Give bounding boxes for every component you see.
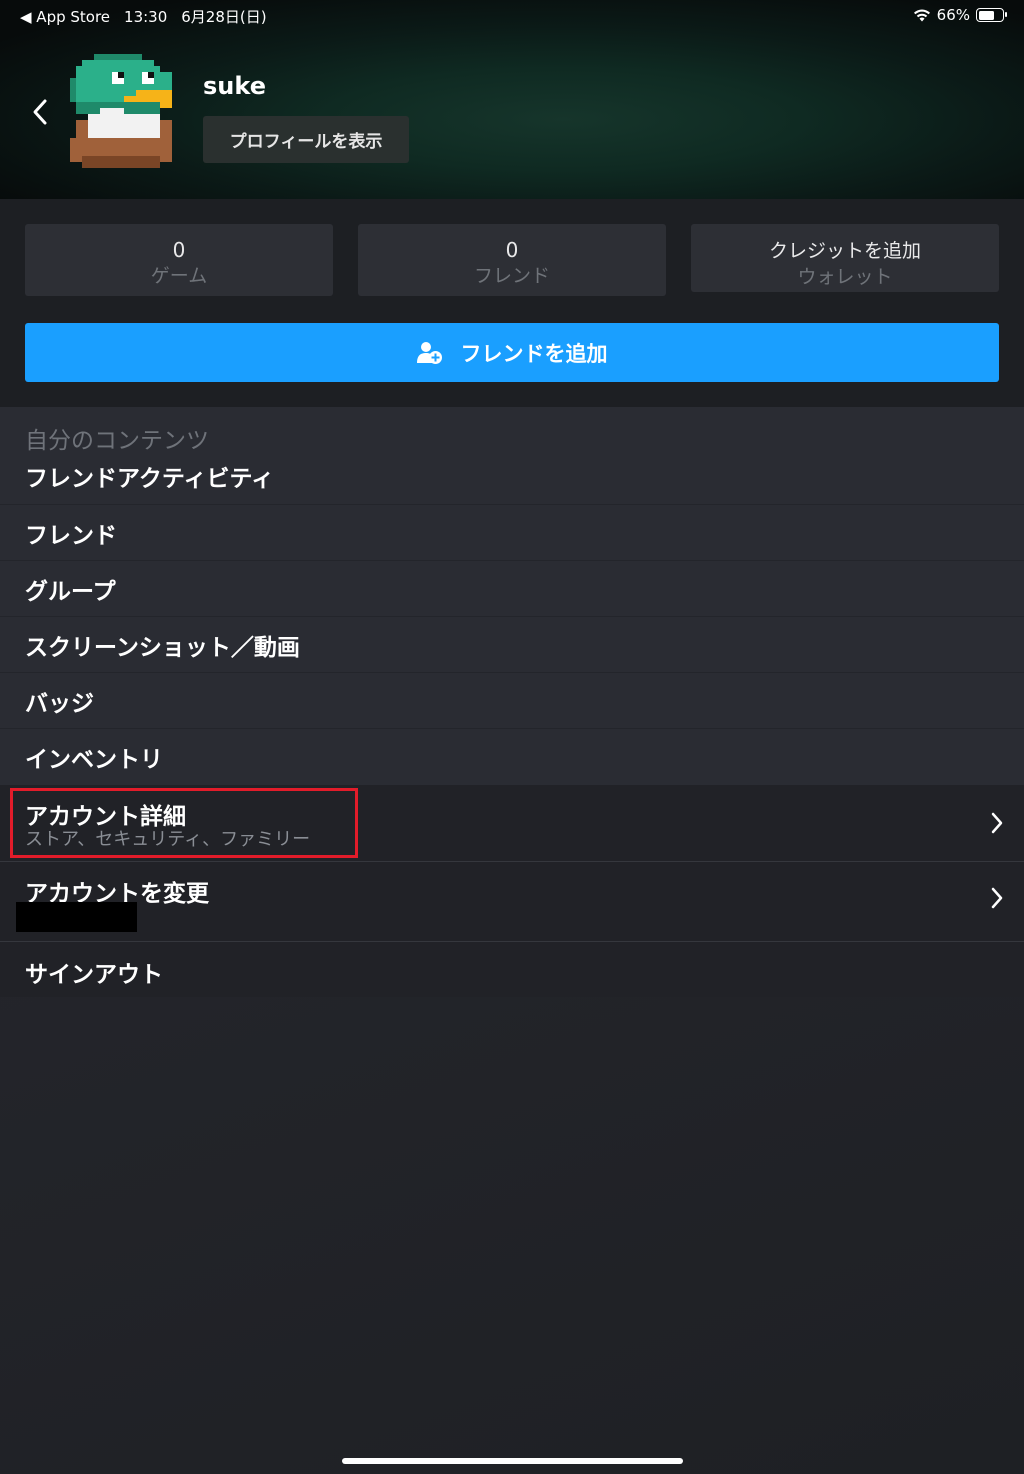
battery-icon [976,8,1007,22]
sign-out-label: サインアウト [25,962,163,988]
my-content-section: 自分のコンテンツ フレンドアクティビティ フレンド グループ スクリーンショット… [0,407,1024,785]
friends-label: フレンド [473,265,550,287]
home-indicator[interactable] [342,1458,683,1464]
menu-item-inventory[interactable]: インベントリ [0,728,1024,784]
games-stat[interactable]: 0 ゲーム [25,224,333,296]
profile-header: ◀ App Store 13:30 6月28日(日) 66% suke プロフィ… [0,0,1024,199]
sign-out-row[interactable]: サインアウト [0,941,1024,997]
username: suke [203,72,266,100]
change-account-row[interactable]: アカウントを変更 [0,861,1024,941]
wallet-stat[interactable]: クレジットを追加 ウォレット [691,224,999,292]
back-button[interactable] [22,90,58,134]
menu-item-friends[interactable]: フレンド [0,504,1024,560]
status-time: 13:30 [124,7,168,26]
menu-item-badges[interactable]: バッジ [0,672,1024,728]
games-count: 0 [172,238,186,262]
stats-area: 0 ゲーム 0 フレンド クレジットを追加 ウォレット フレンドを追加 [0,199,1024,407]
chevron-right-icon [991,887,1003,909]
redacted-account-name [16,902,137,932]
account-details-highlight [10,788,358,858]
status-bar: ◀ App Store 13:30 6月28日(日) 66% [0,0,1024,30]
menu-item-friend-activity[interactable]: フレンドアクティビティ [0,448,1024,504]
add-credit-label: クレジットを追加 [768,240,921,262]
duck-avatar-icon [70,54,172,168]
add-friend-icon [416,341,442,364]
chevron-right-icon [991,812,1003,834]
avatar[interactable] [64,54,178,168]
add-friend-label: フレンドを追加 [460,341,608,366]
back-to-app-link[interactable]: ◀ App Store [20,8,110,26]
chevron-left-icon [33,99,47,125]
add-friend-button[interactable]: フレンドを追加 [25,323,999,382]
wallet-label: ウォレット [797,266,893,288]
menu-item-groups[interactable]: グループ [0,560,1024,616]
menu-item-screenshots-videos[interactable]: スクリーンショット／動画 [0,616,1024,672]
status-date: 6月28日(日) [181,8,267,26]
battery-percent: 66% [936,6,970,24]
friends-stat[interactable]: 0 フレンド [358,224,666,296]
wifi-icon [913,9,930,22]
view-profile-button[interactable]: プロフィールを表示 [203,116,409,163]
friends-count: 0 [505,238,519,262]
games-label: ゲーム [150,265,208,287]
